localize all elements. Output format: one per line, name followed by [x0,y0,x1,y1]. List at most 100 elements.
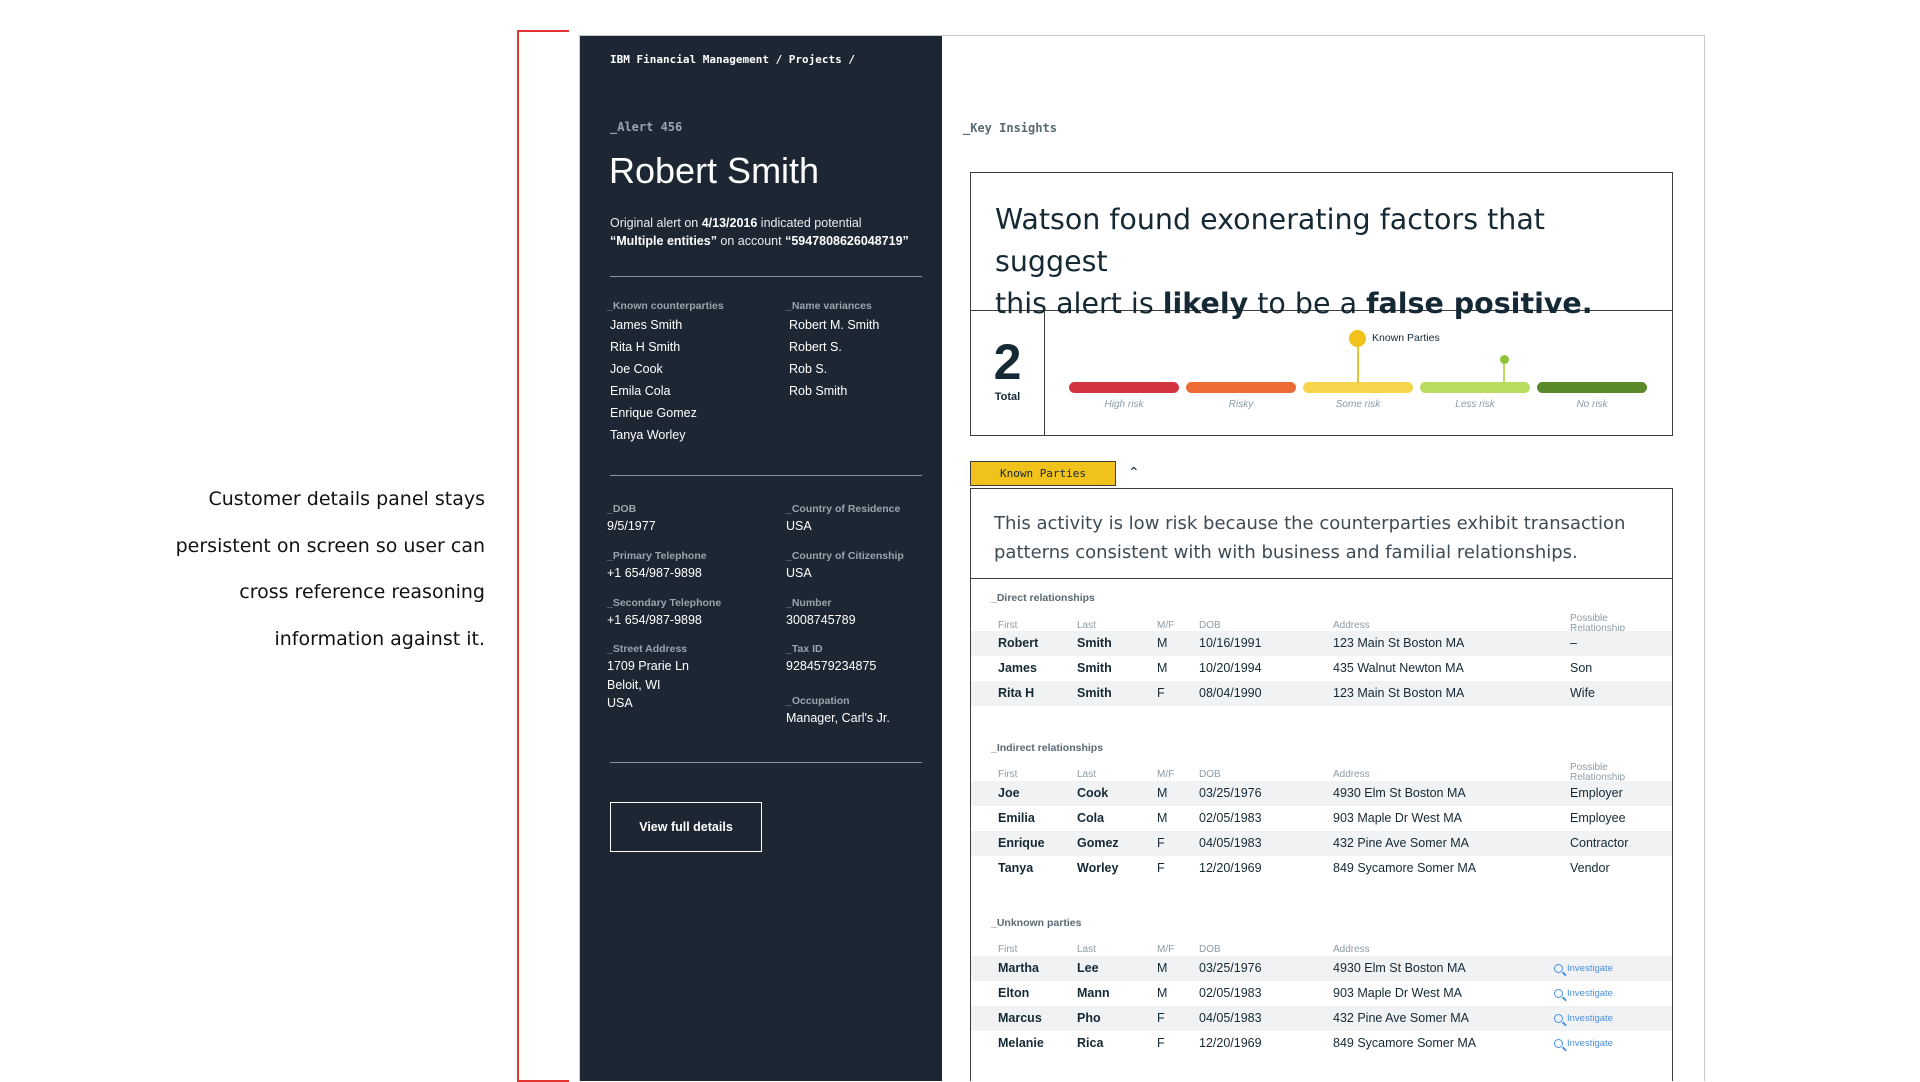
field-value: USA [786,566,812,580]
total-count: 2 Total [971,311,1045,435]
table-cell: 432 Pine Ave Somer MA [1333,836,1469,850]
alert-summary-text: indicated potential [757,216,862,230]
explanation-text: patterns consistent with with business a… [994,542,1578,563]
divider [610,762,922,763]
table-row[interactable]: Emilia Cola M 02/05/1983 903 Maple Dr West M… [971,806,1672,831]
search-icon [1554,964,1563,973]
field-number: _Number 3008745789 [786,597,856,630]
alert-id: _Alert 456 [610,120,683,134]
key-insights-label: _Key Insights [963,121,1057,135]
investigate-link[interactable]: Investigate [1554,981,1613,1006]
insight-card: Watson found exonerating factors that su… [970,172,1673,436]
table-cell: 02/05/1983 [1199,986,1262,1000]
col-dob: DOB [1199,944,1221,955]
field-value: 9/5/1977 [607,519,656,533]
risk-label: Some risk [1335,399,1381,410]
table-cell: 03/25/1976 [1199,961,1262,975]
known-parties-tab[interactable]: Known Parties [970,461,1116,486]
field-label: _Country of Citizenship [786,550,904,562]
search-icon [1554,989,1563,998]
table-cell: 04/05/1983 [1199,836,1262,850]
counterparty: Enrique Gomez [610,406,697,420]
table-row[interactable]: Elton Mann M 02/05/1983 903 Maple Dr West MA… [971,981,1672,1006]
table-cell: Vendor [1570,861,1610,875]
risk-segment-none [1537,382,1647,393]
col-first: First [998,620,1018,631]
investigate-link[interactable]: Investigate [1554,1006,1613,1031]
table-cell: Gomez [1077,836,1119,850]
table-row[interactable]: Joe Cook M 03/25/1976 4930 Elm St Boston MA E… [971,781,1672,806]
table-cell: 123 Main St Boston MA [1333,636,1465,650]
field-value: 9284579234875 [786,659,877,673]
field-label: _Tax ID [786,643,823,655]
known-parties-marker[interactable] [1349,330,1366,347]
total-value: 2 [993,334,1022,390]
table-cell: Martha [998,961,1039,975]
table-row[interactable]: Rita H Smith F 08/04/1990 123 Main St Boston… [971,681,1672,706]
insight-headline: Watson found exonerating factors that su… [971,173,1672,320]
table-cell: – [1570,636,1577,650]
investigate-link[interactable]: Investigate [1554,956,1613,981]
name-variance: Rob Smith [789,384,848,398]
field-label: _Secondary Telephone [607,597,722,609]
app-screen: IBM Financial Management / Projects / _A… [579,35,1705,1081]
table-cell: Contractor [1570,836,1629,850]
field-secondary-telephone: _Secondary Telephone +1 654/987-9898 [607,597,721,630]
col-relationship: Possible Relationship [1570,763,1625,783]
table-cell: Smith [1077,636,1112,650]
known-parties-panel: This activity is low risk because the co… [970,488,1673,1081]
table-cell: F [1157,1036,1165,1050]
chevron-up-icon[interactable]: ⌃ [1128,464,1140,481]
table-cell: F [1157,836,1165,850]
table-cell: 02/05/1983 [1199,811,1262,825]
col-address: Address [1333,769,1370,780]
search-icon [1554,1014,1563,1023]
risk-segment-less [1420,382,1530,393]
table-cell: Melanie [998,1036,1044,1050]
col-first: First [998,944,1018,955]
marker-label: Known Parties [1372,332,1440,344]
field-country-of-citizenship: _Country of Citizenship USA [786,550,904,583]
explanation-text: This activity is low risk because the co… [994,513,1626,534]
field-primary-telephone: _Primary Telephone +1 654/987-9898 [607,550,707,583]
table-cell: Elton [998,986,1030,1000]
table-cell: 123 Main St Boston MA [1333,686,1465,700]
table-cell: Cook [1077,786,1109,800]
table-row[interactable]: Marcus Pho F 04/05/1983 432 Pine Ave Somer M… [971,1006,1672,1031]
direct-relationships-label: _Direct relationships [991,592,1095,604]
investigate-link[interactable]: Investigate [1554,1031,1613,1056]
field-label: _Occupation [786,695,850,707]
table-cell: 903 Maple Dr West MA [1333,986,1462,1000]
counterparty: Joe Cook [610,362,663,376]
text-label: Investigate [1567,988,1613,999]
breadcrumb[interactable]: IBM Financial Management / Projects / [610,53,855,66]
table-row[interactable]: Tanya Worley F 12/20/1969 849 Sycamore Somer… [971,856,1672,881]
table-row[interactable]: James Smith M 10/20/1994 435 Walnut Newton M… [971,656,1672,681]
field-tax-id: _Tax ID 9284579234875 [786,643,876,676]
table-cell: Employee [1570,811,1626,825]
secondary-marker[interactable] [1500,355,1509,364]
table-row[interactable]: Robert Smith M 10/16/1991 123 Main St Boston… [971,631,1672,656]
view-full-details-button[interactable]: View full details [610,802,762,852]
table-cell: 849 Sycamore Somer MA [1333,861,1477,875]
table-row[interactable]: Martha Lee M 03/25/1976 4930 Elm St Boston M… [971,956,1672,981]
table-cell: Son [1570,661,1593,675]
table-cell: Cola [1077,811,1105,825]
table-cell: 12/20/1969 [1199,1036,1262,1050]
table-row[interactable]: Melanie Rica F 12/20/1969 849 Sycamore Somer… [971,1031,1672,1056]
field-dob: _DOB 9/5/1977 [607,503,656,536]
table-cell: 849 Sycamore Somer MA [1333,1036,1477,1050]
field-country-of-residence: _Country of Residence USA [786,503,900,536]
col-first: First [998,769,1018,780]
divider [610,475,922,476]
table-row[interactable]: Enrique Gomez F 04/05/1983 432 Pine Ave Some… [971,831,1672,856]
table-cell: M [1157,986,1168,1000]
table-cell: 432 Pine Ave Somer MA [1333,1011,1469,1025]
table-cell: 04/05/1983 [1199,1011,1262,1025]
table-cell: 903 Maple Dr West MA [1333,811,1462,825]
name-variances: _Name variances Robert M. Smith Robert S… [786,300,879,402]
annotation-text: Customer details panel stays persistent … [165,476,485,662]
annotation-line: Customer details panel stays [208,488,485,510]
table-cell: Emilia [998,811,1035,825]
table-cell: Rita H [998,686,1035,700]
